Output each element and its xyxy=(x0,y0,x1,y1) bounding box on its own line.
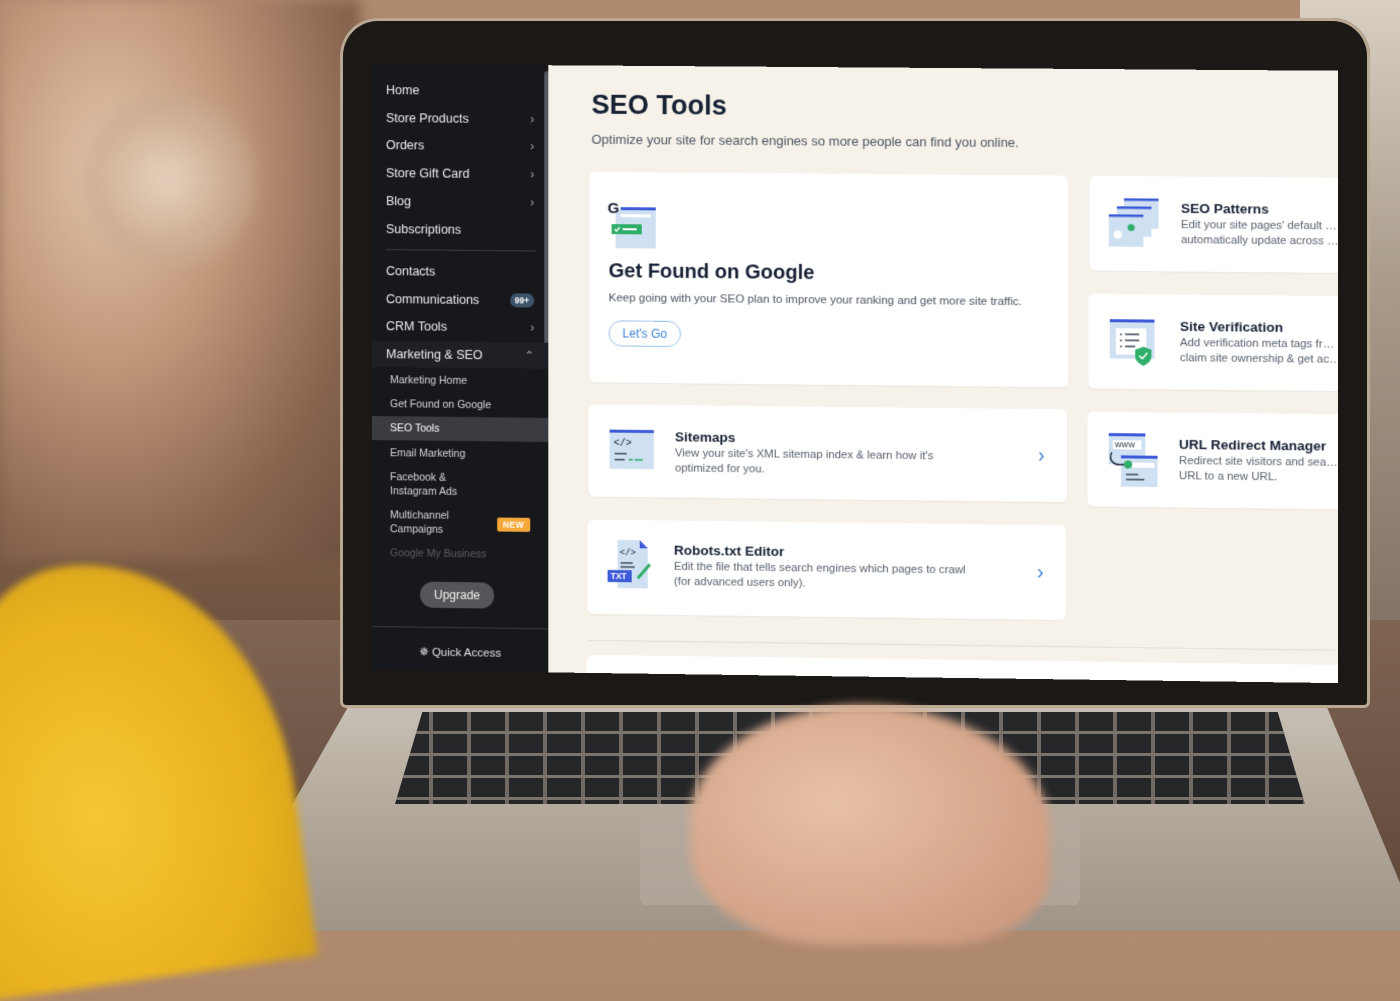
sidebar-item-label: Store Gift Card xyxy=(386,166,470,181)
site-verification-description: Add verification meta tags fr… claim sit… xyxy=(1179,336,1338,366)
sidebar-divider xyxy=(386,249,537,252)
sitemaps-description: View your site's XML sitemap index & lea… xyxy=(674,447,934,476)
chevron-right-icon: › xyxy=(530,167,535,182)
svg-text:WWW: WWW xyxy=(1115,442,1136,449)
svg-text:G: G xyxy=(608,200,620,217)
chevron-right-icon: › xyxy=(530,195,535,210)
sidebar-subitem-get-found-on-google[interactable]: Get Found on Google xyxy=(390,397,534,413)
sidebar-item-subscriptions[interactable]: Subscriptions xyxy=(386,216,534,243)
stacked-pages-gear-icon xyxy=(1108,198,1159,247)
upgrade-button[interactable]: Upgrade xyxy=(420,581,495,609)
sidebar-item-label: Marketing & SEO xyxy=(386,347,483,363)
www-redirect-icon: WWW xyxy=(1106,433,1158,488)
new-badge: NEW xyxy=(496,517,531,532)
url-redirect-description: Redirect site visitors and sea… URL to a… xyxy=(1178,454,1338,484)
sidebar-item-label: Contacts xyxy=(386,264,436,279)
site-verification-card[interactable]: Site Verification Add verification meta … xyxy=(1088,293,1338,392)
background-blur xyxy=(0,0,360,560)
section-divider xyxy=(588,639,1338,651)
quick-access-icon: ✵ xyxy=(419,646,429,659)
svg-text:</>: </> xyxy=(614,438,632,449)
sidebar-subitem-email-marketing[interactable]: Email Marketing xyxy=(390,446,534,462)
background-light xyxy=(80,90,260,270)
sidebar-item-orders[interactable]: Orders › xyxy=(386,132,534,159)
laptop-screen: Home Store Products › Orders › Store Gif… xyxy=(372,64,1338,684)
sidebar-item-label: CRM Tools xyxy=(386,319,447,334)
hero-description: Keep going with your SEO plan to improve… xyxy=(608,292,1023,309)
code-page-icon: </> xyxy=(609,429,654,470)
seo-patterns-description: Edit your site pages' default … automati… xyxy=(1180,218,1338,248)
txt-file-edit-icon: </> TXT xyxy=(607,539,658,589)
svg-text:TXT: TXT xyxy=(611,571,628,581)
sidebar-item-blog[interactable]: Blog › xyxy=(386,188,534,215)
main-content: SEO Tools Optimize your site for search … xyxy=(548,65,1338,684)
page-title: SEO Tools xyxy=(591,89,727,121)
chevron-up-icon: ⌃ xyxy=(524,348,535,363)
robots-txt-title: Robots.txt Editor xyxy=(673,542,785,560)
google-search-icon: G xyxy=(608,200,656,249)
sidebar-item-contacts[interactable]: Contacts xyxy=(386,258,534,285)
quick-access-button[interactable]: ✵ Quick Access xyxy=(372,644,548,660)
seo-patterns-title: SEO Patterns xyxy=(1180,200,1269,217)
sidebar-item-communications[interactable]: Communications 99+ xyxy=(386,286,535,313)
page-shield-icon xyxy=(1109,319,1155,366)
get-found-on-google-card: G Get Found on Google Keep going with yo… xyxy=(589,171,1069,388)
sidebar-item-label: Subscriptions xyxy=(386,222,462,237)
robots-txt-description: Edit the file that tells search engines … xyxy=(673,560,966,590)
sidebar-item-store-gift-card[interactable]: Store Gift Card › xyxy=(386,160,534,187)
sidebar-item-home[interactable]: Home xyxy=(386,77,534,104)
yellow-sleeve xyxy=(0,539,318,1001)
sidebar-item-store-products[interactable]: Store Products › xyxy=(386,105,534,132)
lets-go-button[interactable]: Let's Go xyxy=(608,320,681,348)
chevron-right-icon: › xyxy=(530,320,535,335)
svg-text:</>: </> xyxy=(620,548,636,558)
sidebar-item-label: Orders xyxy=(386,138,425,153)
hero-title: Get Found on Google xyxy=(608,260,815,285)
url-redirect-manager-card[interactable]: WWW URL Redirect Manager Redirect site v… xyxy=(1087,411,1338,510)
sitemaps-card[interactable]: </> Sitemaps View your site's XML sitema… xyxy=(588,404,1068,503)
chevron-right-icon: › xyxy=(530,139,535,154)
sidebar-item-marketing-seo[interactable]: Marketing & SEO ⌃ xyxy=(372,341,549,369)
quick-access-label: Quick Access xyxy=(431,646,502,660)
sidebar: Home Store Products › Orders › Store Gif… xyxy=(372,64,550,673)
sidebar-subitem-seo-tools[interactable]: SEO Tools xyxy=(372,416,549,442)
chevron-right-icon: › xyxy=(530,112,535,127)
sidebar-subitem-google-my-business[interactable]: Google My Business xyxy=(390,546,534,562)
sidebar-item-label: Communications xyxy=(386,292,480,308)
robots-txt-editor-card[interactable]: </> TXT Robots.txt Editor Edit the file … xyxy=(587,519,1067,620)
page-subtitle: Optimize your site for search engines so… xyxy=(591,131,1019,151)
sidebar-item-label: Store Products xyxy=(386,111,469,126)
notification-count-badge: 99+ xyxy=(509,293,535,308)
chevron-right-icon: › xyxy=(1037,560,1044,583)
seo-patterns-card[interactable]: SEO Patterns Edit your site pages' defau… xyxy=(1089,175,1338,274)
sidebar-item-label: Home xyxy=(386,83,420,98)
url-redirect-title: URL Redirect Manager xyxy=(1178,436,1327,454)
site-verification-title: Site Verification xyxy=(1179,318,1284,335)
sidebar-divider xyxy=(372,626,549,630)
sidebar-subitem-marketing-home[interactable]: Marketing Home xyxy=(390,373,534,389)
sidebar-subitem-facebook-instagram-ads[interactable]: Facebook & Instagram Ads xyxy=(390,470,534,500)
sidebar-item-crm-tools[interactable]: CRM Tools › xyxy=(386,313,534,340)
chevron-right-icon: › xyxy=(1038,443,1045,467)
sidebar-item-label: Blog xyxy=(386,194,412,209)
sitemaps-title: Sitemaps xyxy=(674,429,736,446)
